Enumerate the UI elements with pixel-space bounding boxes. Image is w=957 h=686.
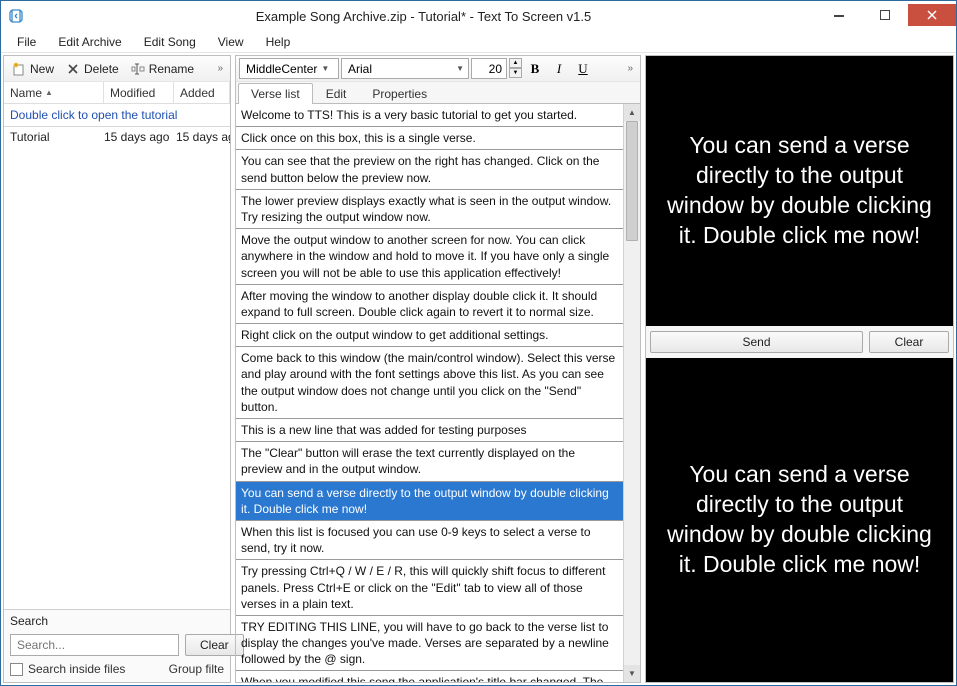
verse-item[interactable]: This is a new line that was added for te…: [236, 419, 623, 442]
editor-panel: MiddleCenter▼ Arial▼ 20 ▲ ▼ B I U » Vers…: [235, 55, 641, 683]
bold-button[interactable]: B: [524, 58, 546, 79]
format-toolbar: MiddleCenter▼ Arial▼ 20 ▲ ▼ B I U »: [236, 56, 640, 82]
col-modified[interactable]: Modified: [104, 82, 174, 103]
verse-item[interactable]: Right click on the output window to get …: [236, 324, 623, 347]
verse-item[interactable]: You can send a verse directly to the out…: [236, 482, 623, 521]
menu-help[interactable]: Help: [256, 33, 301, 51]
verse-item[interactable]: TRY EDITING THIS LINE, you will have to …: [236, 616, 623, 672]
archive-table-header: Name ▲ Modified Added: [4, 82, 230, 104]
send-button[interactable]: Send: [650, 331, 863, 353]
verse-item[interactable]: The "Clear" button will erase the text c…: [236, 442, 623, 481]
table-row[interactable]: Tutorial15 days ago15 days ag: [4, 127, 230, 147]
search-inside-checkbox[interactable]: Search inside files: [10, 662, 125, 676]
archive-rows: Tutorial15 days ago15 days ag: [4, 127, 230, 147]
menubar: File Edit Archive Edit Song View Help: [1, 31, 956, 53]
window-title: Example Song Archive.zip - Tutorial* - T…: [31, 9, 816, 24]
tutorial-hint[interactable]: Double click to open the tutorial: [4, 104, 230, 127]
dropdown-icon: ▼: [321, 64, 329, 73]
verse-item[interactable]: The lower preview displays exactly what …: [236, 190, 623, 229]
menu-file[interactable]: File: [7, 33, 46, 51]
menu-edit-song[interactable]: Edit Song: [134, 33, 206, 51]
verse-item[interactable]: When this list is focused you can use 0-…: [236, 521, 623, 560]
titlebar[interactable]: Example Song Archive.zip - Tutorial* - T…: [1, 1, 956, 31]
scroll-up-icon[interactable]: ▲: [624, 104, 640, 121]
preview-top[interactable]: You can send a verse directly to the out…: [646, 56, 953, 326]
app-icon: [1, 1, 31, 31]
delete-button[interactable]: Delete: [61, 60, 124, 78]
checkbox-icon: [10, 663, 23, 676]
verse-item[interactable]: Move the output window to another screen…: [236, 229, 623, 285]
preview-bottom[interactable]: You can send a verse directly to the out…: [646, 358, 953, 682]
verse-list[interactable]: Welcome to TTS! This is a very basic tut…: [236, 104, 623, 682]
scroll-down-icon[interactable]: ▼: [624, 665, 640, 682]
underline-button[interactable]: U: [572, 58, 594, 79]
search-input[interactable]: [10, 634, 179, 656]
minimize-button[interactable]: [816, 4, 862, 26]
toolbar-overflow-icon[interactable]: »: [217, 63, 227, 74]
verse-item[interactable]: Welcome to TTS! This is a very basic tut…: [236, 104, 623, 127]
col-added[interactable]: Added: [174, 82, 230, 103]
spin-up-icon: ▲: [509, 58, 522, 68]
close-button[interactable]: [908, 4, 956, 26]
app-window: Example Song Archive.zip - Tutorial* - T…: [0, 0, 957, 686]
archive-toolbar: New Delete Rename »: [4, 56, 230, 82]
preview-panel: You can send a verse directly to the out…: [645, 55, 954, 683]
preview-actions: Send Clear: [646, 326, 953, 358]
verse-scrollbar[interactable]: ▲ ▼: [623, 104, 640, 682]
clear-button[interactable]: Clear: [869, 331, 949, 353]
scroll-track[interactable]: [624, 121, 640, 665]
delete-icon: [66, 62, 80, 76]
search-label: Search: [10, 614, 224, 628]
maximize-button[interactable]: [862, 4, 908, 26]
italic-button[interactable]: I: [548, 58, 570, 79]
menu-view[interactable]: View: [208, 33, 254, 51]
tab-edit[interactable]: Edit: [313, 83, 360, 104]
verse-item[interactable]: Try pressing Ctrl+Q / W / E / R, this wi…: [236, 560, 623, 616]
editor-tabs: Verse list Edit Properties: [236, 82, 640, 104]
sort-asc-icon: ▲: [45, 88, 53, 97]
fontsize-spinner[interactable]: ▲ ▼: [509, 58, 522, 79]
alignment-select[interactable]: MiddleCenter▼: [239, 58, 339, 79]
rename-icon: [131, 62, 145, 76]
verse-item[interactable]: Come back to this window (the main/contr…: [236, 347, 623, 419]
menu-edit-archive[interactable]: Edit Archive: [48, 33, 131, 51]
fontsize-input[interactable]: 20: [471, 58, 507, 79]
font-select[interactable]: Arial▼: [341, 58, 469, 79]
search-panel: Search Clear Search inside files Group f…: [4, 609, 230, 682]
scroll-thumb[interactable]: [626, 121, 638, 241]
col-name[interactable]: Name ▲: [4, 82, 104, 103]
verse-item[interactable]: You can see that the preview on the righ…: [236, 150, 623, 189]
spin-down-icon: ▼: [509, 68, 522, 78]
toolbar-overflow-icon[interactable]: »: [627, 63, 637, 74]
tab-properties[interactable]: Properties: [359, 83, 440, 104]
tab-verse-list[interactable]: Verse list: [238, 83, 313, 104]
group-filter-label[interactable]: Group filte: [169, 662, 224, 676]
archive-panel: New Delete Rename » Name ▲ Modified A: [3, 55, 231, 683]
dropdown-icon: ▼: [456, 64, 464, 73]
verse-item[interactable]: When you modified this song the applicat…: [236, 671, 623, 682]
new-button[interactable]: New: [7, 60, 59, 78]
rename-button[interactable]: Rename: [126, 60, 199, 78]
verse-item[interactable]: After moving the window to another displ…: [236, 285, 623, 324]
new-icon: [12, 62, 26, 76]
verse-item[interactable]: Click once on this box, this is a single…: [236, 127, 623, 150]
